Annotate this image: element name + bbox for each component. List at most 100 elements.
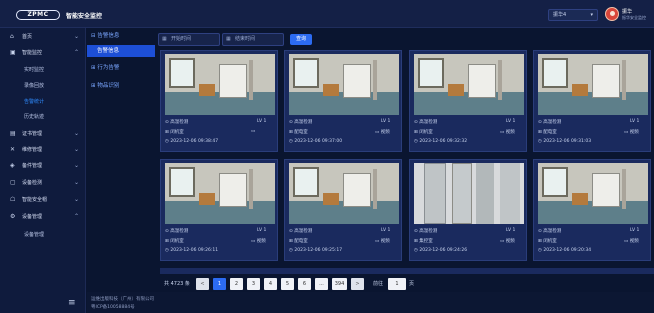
subnav-group-behavior-alarm[interactable]: ⊞ 行为告警 [87,62,155,74]
sidebar: ⌂ 首页 ⌄ ▣ 智能监控 ⌃ 实时监控 录像回放 告警统计 历史轨迹 ▤ 证书… [0,28,86,313]
sidebar-item-certificate[interactable]: ▤ 证书管理 ⌄ [0,127,86,141]
video-icon: ▭ [500,239,505,244]
top-bar: ZPMC 智能安全监控 振华4 ▾ 振华 振华安全监控 [0,0,654,28]
chevron-up-icon: ⌃ [73,213,79,220]
sidebar-subitem-realtime[interactable]: 实时监控 [0,64,86,76]
logo: ZPMC [16,10,60,20]
alarm-level: LV 1 [257,119,267,124]
video-link[interactable]: ▭ 视频 [375,129,390,135]
alarm-type: ⊙ 高温检测 [414,229,438,234]
sidebar-subitem-history[interactable]: 历史轨迹 [0,111,86,123]
calendar-icon: ▦ [162,36,167,42]
sidebar-item-label: 智能安全帽 [22,197,48,203]
page-button[interactable]: 2 [230,278,243,290]
footer: 运维出版科技（广州）有限公司 粤ICP备10058884号 [87,292,654,313]
sidebar-item-label: 设备管理 [22,214,43,220]
home-icon: ⌂ [10,33,14,40]
alarm-location: ⊞ 集控室 [414,239,433,244]
site-select[interactable]: 振华4 ▾ [548,9,598,21]
page-button[interactable]: 5 [281,278,294,290]
camera-snapshot[interactable] [165,163,275,224]
subnav-group-alarm-info[interactable]: ⊟ 告警信息 [87,30,155,42]
footer-company: 运维出版科技（广州）有限公司 [91,297,154,302]
goto-label: 前往 [373,281,384,287]
alarm-location: ⊞ 闭机室 [538,239,557,244]
video-icon: ▭ [624,130,629,135]
sidebar-item-spare-parts[interactable]: ◈ 备件管理 ⌄ [0,159,86,173]
subnav-group-object-recognition[interactable]: ⊞ 物品识别 [87,80,155,92]
pagination-total: 共 4723 条 [164,281,190,287]
alarm-type: ⊙ 高温检测 [165,120,189,125]
sidebar-item-label: 证书管理 [22,131,43,137]
alarm-level: LV 1 [381,119,391,124]
sidebar-item-helmet[interactable]: ☖ 智能安全帽 ⌄ [0,193,86,207]
camera-snapshot[interactable] [414,163,524,224]
video-link[interactable]: ▭ [251,129,255,134]
start-date-input[interactable]: ▦ 开始时间 [158,33,220,46]
camera-snapshot[interactable] [165,54,275,115]
user-name: 振华 [622,9,633,15]
sidebar-subitem-playback[interactable]: 录像回放 [0,80,86,92]
goto-suffix: 页 [409,281,415,287]
camera-snapshot[interactable] [289,163,399,224]
video-link[interactable]: ▭ 视频 [624,129,639,135]
alarm-location: ⊞ 配电室 [289,130,308,135]
alarm-card[interactable]: ⊙ 高温检测 LV 1 ⊞ 闭机室 ▭ 视频 ◷ 2023-12-06 09:32:32 [409,50,527,152]
video-link[interactable]: ▭ 视频 [624,238,639,244]
alarm-location: ⊞ 配电室 [289,239,308,244]
chevron-down-icon: ▾ [590,12,593,18]
camera-snapshot[interactable] [538,54,648,115]
camera-snapshot[interactable] [538,163,648,224]
sidebar-subitem-alarm-stats[interactable]: 告警统计 [0,96,86,108]
sidebar-item-monitor[interactable]: ▣ 智能监控 ⌃ [0,46,86,60]
end-date-input[interactable]: ▦ 结束时间 [222,33,284,46]
video-link[interactable]: ▭ 视频 [500,129,515,135]
goto-page-input[interactable]: 1 [388,278,406,290]
sidebar-item-device-manage[interactable]: ⚙ 设备管理 ⌃ [0,210,86,224]
video-icon: ▭ [375,239,380,244]
page-ellipsis[interactable]: ... [315,278,328,290]
chevron-down-icon: ⌄ [73,33,79,40]
user-org: 振华安全监控 [622,15,646,20]
alarm-level: LV 1 [630,119,640,124]
alarm-card[interactable]: ⊙ 高温检测 LV 1 ⊞ 配电室 ▭ 视频 ◷ 2023-12-06 09:25:17 [284,159,402,261]
video-link[interactable]: ▭ 视频 [500,238,515,244]
sidebar-item-device-check[interactable]: ▢ 设备检测 ⌄ [0,176,86,190]
alarm-card[interactable]: ⊙ 高温检测 LV 1 ⊞ 配电室 ▭ 视频 ◷ 2023-12-06 09:37:00 [284,50,402,152]
avatar[interactable] [605,7,619,21]
camera-snapshot[interactable] [414,54,524,115]
video-link[interactable]: ▭ 视频 [251,238,266,244]
page-button[interactable]: 394 [332,278,347,290]
alarm-card[interactable]: ⊙ 高温检测 LV 1 ⊞ 配电室 ▭ 视频 ◷ 2023-12-06 09:31:03 [533,50,651,152]
alarm-time: ◷ 2023-12-06 09:26:11 [165,248,219,253]
subnav-item-alarm-info[interactable]: 告警信息 [87,45,155,57]
alarm-type: ⊙ 高温检测 [538,120,562,125]
alarm-level: LV 1 [257,228,267,233]
search-button[interactable]: 查询 [290,34,312,45]
secondary-nav: ⊟ 告警信息 告警信息 ⊞ 行为告警 ⊞ 物品识别 [87,28,155,118]
video-link[interactable]: ▭ 视频 [375,238,390,244]
sidebar-item-maintenance[interactable]: ✕ 维修管理 ⌄ [0,143,86,157]
alarm-level: LV 1 [506,119,516,124]
page-button[interactable]: 1 [213,278,226,290]
sidebar-item-label: 备件管理 [22,163,43,169]
alarm-type: ⊙ 高温检测 [538,229,562,234]
footer-icp: 粤ICP备10058884号 [91,305,135,310]
chevron-down-icon: ⌄ [73,179,79,186]
sidebar-item-label: 首页 [22,34,33,40]
page-button[interactable]: 4 [264,278,277,290]
page-button[interactable]: 6 [298,278,311,290]
alarm-type: ⊙ 高温检测 [414,120,438,125]
calendar-icon: ▦ [226,36,231,42]
menu-toggle-icon[interactable]: ≡ [68,298,76,308]
next-page-button[interactable]: > [351,278,364,290]
camera-snapshot[interactable] [289,54,399,115]
sidebar-subitem-device-manage[interactable]: 设备管理 [0,229,86,241]
alarm-card[interactable]: ⊙ 高温检测 LV 1 ⊞ 闭机室 ▭ 视频 ◷ 2023-12-06 09:20:34 [533,159,651,261]
page-button[interactable]: 3 [247,278,260,290]
alarm-card[interactable]: ⊙ 高温检测 LV 1 ⊞ 集控室 ▭ 视频 ◷ 2023-12-06 09:24:26 [409,159,527,261]
alarm-card[interactable]: ⊙ 高温检测 LV 1 ⊞ 闭机室 ▭ ◷ 2023-12-06 09:38:47 [160,50,278,152]
prev-page-button[interactable]: < [196,278,209,290]
sidebar-item-home[interactable]: ⌂ 首页 ⌄ [0,30,86,44]
alarm-card[interactable]: ⊙ 高温检测 LV 1 ⊞ 闭机室 ▭ 视频 ◷ 2023-12-06 09:26:11 [160,159,278,261]
